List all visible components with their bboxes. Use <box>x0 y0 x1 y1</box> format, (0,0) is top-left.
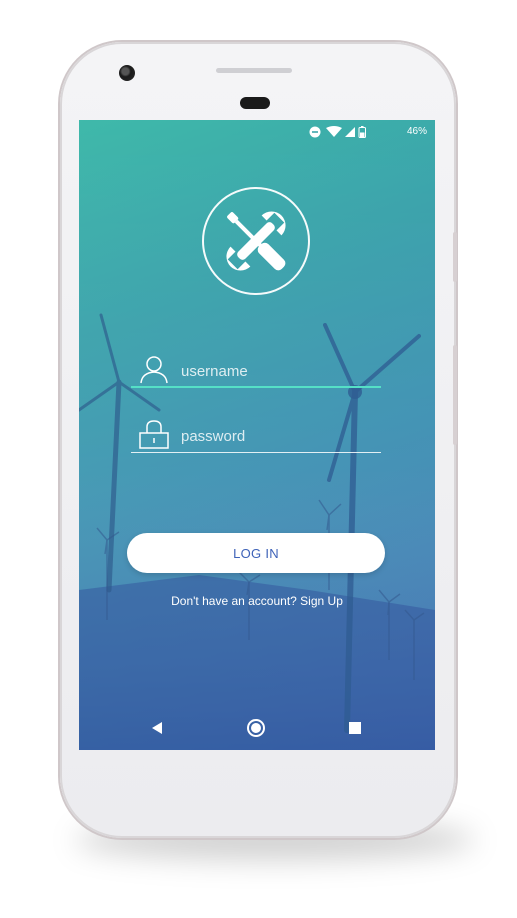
battery-icon <box>358 126 366 138</box>
username-field[interactable] <box>131 352 381 388</box>
navigation-bar <box>79 706 435 750</box>
earpiece-speaker <box>216 68 292 73</box>
back-icon[interactable] <box>146 717 168 739</box>
status-icons <box>309 126 366 138</box>
user-icon <box>140 356 168 384</box>
recents-icon[interactable] <box>344 717 366 739</box>
status-bar: 46% <box>79 120 435 144</box>
app-logo <box>202 187 310 295</box>
signup-link[interactable]: Don't have an account? Sign Up <box>79 594 435 608</box>
battery-percent: 46% <box>406 126 427 137</box>
password-underline <box>131 452 381 453</box>
home-icon[interactable] <box>245 717 267 739</box>
username-underline <box>131 386 381 388</box>
lock-icon <box>139 420 169 449</box>
login-button[interactable]: LOG IN <box>127 533 385 573</box>
volume-button <box>453 345 457 445</box>
password-input[interactable] <box>179 423 379 449</box>
wifi-icon <box>326 126 342 137</box>
signal-icon <box>345 127 355 137</box>
wrench-screwdriver-icon <box>226 211 286 271</box>
power-button <box>453 232 457 282</box>
username-input[interactable] <box>179 358 379 384</box>
password-field[interactable] <box>131 417 381 453</box>
phone-screen: 46% username LOG IN Don't have an accoun… <box>79 120 435 750</box>
proximity-sensor <box>240 97 270 109</box>
front-camera <box>119 65 135 81</box>
do-not-disturb-icon <box>309 126 321 138</box>
